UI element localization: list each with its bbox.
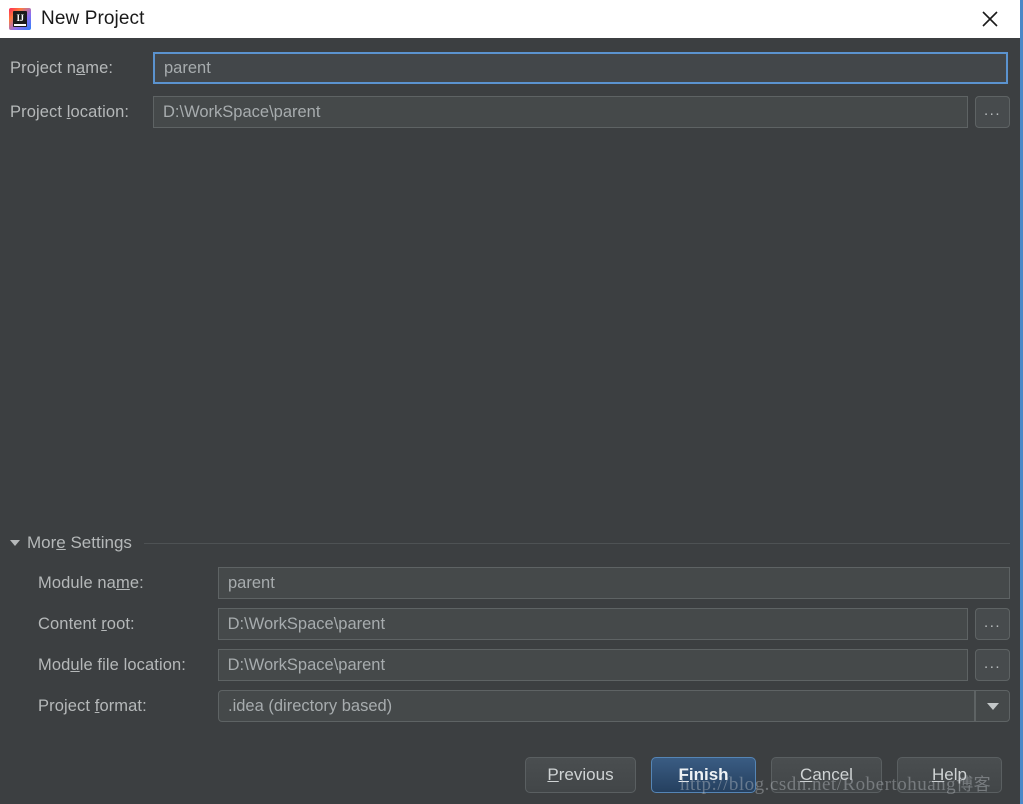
project-location-input[interactable]: D:\WorkSpace\parent — [153, 96, 968, 128]
module-name-label: Module name: — [38, 573, 144, 592]
more-settings-toggle[interactable]: More Settings — [10, 533, 1010, 553]
project-format-row: Project format: .idea (directory based) — [38, 690, 1010, 722]
project-format-value: .idea (directory based) — [228, 696, 393, 715]
project-name-value: parent — [164, 58, 211, 77]
project-name-row: Project name: parent — [10, 52, 1010, 84]
module-name-input[interactable]: parent — [218, 567, 1010, 599]
project-name-input[interactable]: parent — [153, 52, 1008, 84]
finish-button[interactable]: Finish — [651, 757, 756, 793]
more-settings-separator — [143, 542, 1010, 544]
close-icon[interactable] — [960, 0, 1020, 38]
content-root-label: Content root: — [38, 614, 135, 633]
previous-button[interactable]: Previous — [525, 757, 636, 793]
project-format-label: Project format: — [38, 696, 147, 715]
chevron-down-icon — [10, 540, 20, 546]
title-bar: IJ New Project — [0, 0, 1020, 38]
project-format-combobox[interactable]: .idea (directory based) — [218, 690, 975, 722]
module-file-location-row: Module file location: D:\WorkSpace\paren… — [38, 649, 1011, 681]
ellipsis-icon: ... — [984, 654, 1002, 672]
project-location-browse-button[interactable]: ... — [975, 96, 1010, 128]
cancel-button[interactable]: Cancel — [771, 757, 882, 793]
project-name-label: Project name: — [10, 58, 114, 77]
project-location-label: Project location: — [10, 102, 130, 121]
content-root-input[interactable]: D:\WorkSpace\parent — [217, 608, 969, 640]
ellipsis-icon: ... — [984, 613, 1002, 631]
content-root-value: D:\WorkSpace\parent — [227, 614, 386, 633]
window-title: New Project — [41, 8, 145, 29]
module-file-location-browse-button[interactable]: ... — [975, 649, 1011, 681]
module-file-location-label: Module file location: — [38, 655, 186, 674]
module-name-row: Module name: parent — [38, 567, 1010, 599]
module-file-location-input[interactable]: D:\WorkSpace\parent — [217, 649, 969, 681]
project-location-row: Project location: D:\WorkSpace\parent ..… — [10, 96, 1010, 128]
ellipsis-icon: ... — [983, 101, 1001, 119]
content-root-browse-button[interactable]: ... — [975, 608, 1011, 640]
chevron-down-icon — [986, 702, 999, 710]
new-project-dialog: IJ New Project Project name: parent Proj… — [0, 0, 1023, 804]
module-file-location-value: D:\WorkSpace\parent — [227, 655, 386, 674]
more-settings-label: More Settings — [27, 533, 132, 552]
module-name-value: parent — [228, 573, 275, 592]
content-root-row: Content root: D:\WorkSpace\parent ... — [38, 608, 1011, 640]
project-location-value: D:\WorkSpace\parent — [163, 102, 321, 121]
intellij-idea-icon: IJ — [9, 8, 31, 30]
project-format-dropdown-arrow[interactable] — [975, 690, 1010, 722]
help-button[interactable]: Help — [897, 757, 1002, 793]
